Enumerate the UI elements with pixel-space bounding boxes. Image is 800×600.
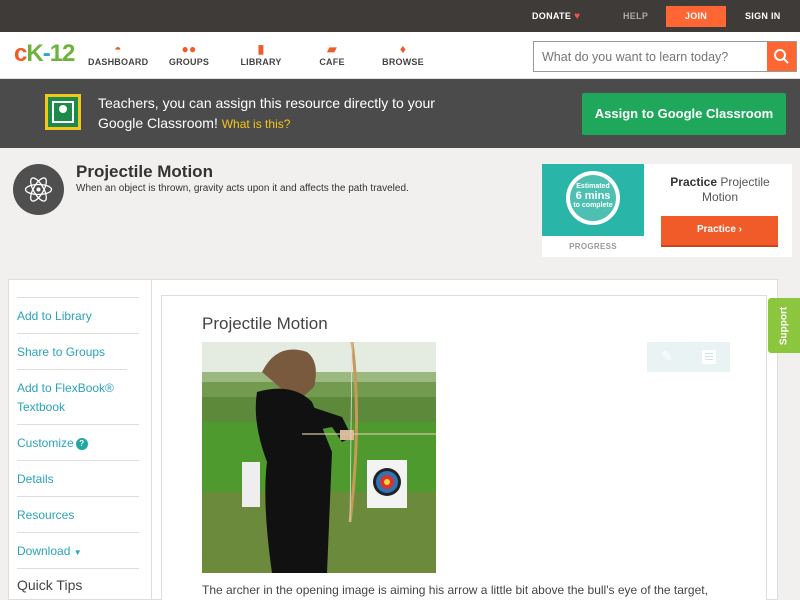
estimate-badge: Estimated 6 mins to complete bbox=[566, 171, 620, 225]
support-label: Support bbox=[778, 306, 790, 346]
concept-title: Projectile Motion bbox=[76, 162, 213, 181]
sidebar-add-to-library[interactable]: Add to Library bbox=[17, 297, 139, 333]
chevron-right-icon: › bbox=[738, 224, 743, 235]
cafe-icon: ▰ bbox=[327, 42, 337, 56]
help-link[interactable]: HELP bbox=[623, 0, 648, 32]
quick-tips-heading: Quick Tips bbox=[17, 577, 83, 593]
support-tab[interactable]: Support bbox=[768, 298, 800, 353]
archer-image bbox=[202, 342, 436, 573]
progress-image: Estimated 6 mins to complete bbox=[542, 164, 644, 236]
nav-label: BROWSE bbox=[382, 57, 424, 67]
main-nav: cK-12 ◓ DASHBOARD ●● GROUPS ▮ LIBRARY ▰ … bbox=[0, 32, 800, 79]
logo-c: c bbox=[14, 40, 27, 67]
sidebar-divider bbox=[17, 568, 139, 569]
practice-button[interactable]: Practice › bbox=[661, 216, 778, 245]
utility-bar: DONATE ♥ HELP JOIN SIGN IN bbox=[0, 0, 800, 32]
donate-link[interactable]: DONATE ♥ bbox=[532, 0, 580, 32]
nav-label: CAFE bbox=[319, 57, 345, 67]
nav-cafe[interactable]: ▰ CAFE bbox=[316, 41, 348, 67]
nav-browse[interactable]: ♦ BROWSE bbox=[382, 41, 424, 67]
pencil-icon[interactable]: ✎ bbox=[661, 348, 673, 365]
sidebar-details[interactable]: Details bbox=[17, 460, 139, 496]
nav-library[interactable]: ▮ LIBRARY bbox=[240, 41, 282, 67]
concept-subtitle: When an object is thrown, gravity acts u… bbox=[76, 183, 409, 194]
banner-text: Teachers, you can assign this resource d… bbox=[98, 93, 438, 134]
practice-title-bold: Practice bbox=[670, 175, 717, 189]
help-icon[interactable]: ? bbox=[75, 438, 88, 450]
article-tools: ✎ bbox=[647, 342, 730, 372]
browse-icon: ♦ bbox=[399, 42, 407, 56]
signin-link[interactable]: SIGN IN bbox=[745, 0, 781, 32]
search-input[interactable] bbox=[534, 42, 768, 71]
search-icon bbox=[774, 49, 789, 64]
search-box bbox=[533, 41, 797, 72]
atom-icon bbox=[13, 164, 64, 215]
download-label: Download bbox=[17, 544, 71, 558]
notes-icon[interactable] bbox=[702, 350, 716, 364]
groups-icon: ●● bbox=[181, 42, 197, 56]
sidebar-share-to-groups[interactable]: Share to Groups bbox=[17, 333, 139, 369]
search-button[interactable] bbox=[767, 42, 796, 71]
nav-label: DASHBOARD bbox=[88, 57, 149, 67]
sidebar-resources[interactable]: Resources bbox=[17, 496, 139, 532]
donate-label: DONATE bbox=[532, 11, 572, 21]
library-icon: ▮ bbox=[257, 42, 265, 56]
left-sidebar: Add to Library Share to Groups Add to Fl… bbox=[8, 279, 151, 600]
logo-k: K bbox=[26, 40, 43, 67]
logo-dash: - bbox=[42, 40, 51, 67]
nav-label: GROUPS bbox=[168, 57, 210, 67]
sidebar-customize[interactable]: Customize? bbox=[17, 424, 139, 460]
nav-groups[interactable]: ●● GROUPS bbox=[168, 41, 210, 67]
sidebar-download[interactable]: Download ▼ bbox=[17, 532, 139, 568]
dashboard-icon: ◓ bbox=[114, 42, 122, 56]
logo-12: 12 bbox=[49, 40, 76, 67]
article-body: The archer in the opening image is aimin… bbox=[202, 583, 708, 597]
customize-label: Customize bbox=[17, 436, 74, 450]
ck12-logo[interactable]: cK-12 bbox=[14, 40, 76, 68]
caret-down-icon: ▼ bbox=[73, 548, 82, 557]
assign-google-classroom-button[interactable]: Assign to Google Classroom bbox=[582, 93, 786, 135]
estimated-mins: 6 mins bbox=[575, 190, 611, 202]
to-complete-label: to complete bbox=[573, 202, 613, 209]
practice-button-label: Practice bbox=[696, 224, 736, 235]
heart-icon: ♥ bbox=[574, 11, 581, 22]
article-title: Projectile Motion bbox=[202, 314, 328, 333]
join-button[interactable]: JOIN bbox=[666, 6, 726, 27]
progress-label: PROGRESS bbox=[569, 242, 617, 251]
nav-dashboard[interactable]: ◓ DASHBOARD bbox=[88, 41, 148, 67]
google-classroom-icon bbox=[45, 94, 81, 130]
practice-card: Estimated 6 mins to complete PROGRESS Pr… bbox=[542, 164, 792, 257]
what-is-this-link[interactable]: What is this? bbox=[222, 117, 291, 131]
sidebar-add-to-flexbook[interactable]: Add to FlexBook® Textbook bbox=[17, 369, 127, 424]
practice-title: Practice Projectile Motion bbox=[662, 175, 778, 205]
nav-label: LIBRARY bbox=[240, 57, 282, 67]
